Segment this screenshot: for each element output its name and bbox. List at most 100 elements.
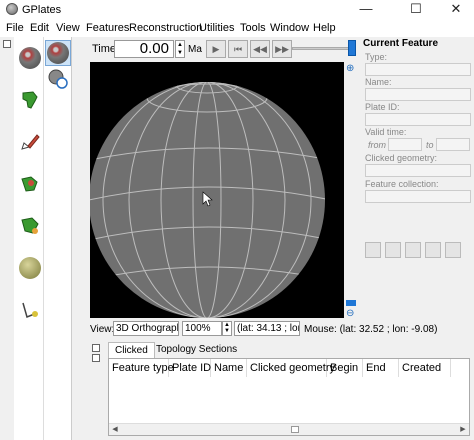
to-field [436,138,470,151]
topology-button[interactable] [425,242,441,258]
globe-view [89,82,325,318]
zoom-query-tool[interactable] [45,66,71,92]
name-field [365,88,471,101]
zoom-slider-handle[interactable] [346,300,356,306]
measure-icon [22,302,38,319]
time-spinner[interactable]: ▲ ▼ [175,40,185,58]
step-forward-button[interactable]: ▶▶ [272,40,292,58]
menu-utilities[interactable]: Utilities [199,22,234,34]
play-button[interactable]: ▶ [206,40,226,58]
globe-canvas[interactable] [89,62,344,318]
type-label: Type: [365,52,388,62]
tool-palette-primary [14,37,44,440]
menu-view[interactable]: View [56,22,80,34]
clicked-features-table: Feature type Plate ID Name Clicked geome… [108,358,470,436]
current-feature-panel: Current Feature Type: Name: Plate ID: Va… [360,37,474,320]
clicked-geometry-label: Clicked geometry: [365,153,438,163]
menu-reconstruction[interactable]: Reconstruction [129,22,202,34]
move-vertex-tool[interactable] [17,171,43,197]
feature-collection-label: Feature collection: [365,179,439,189]
from-label: from [368,140,386,150]
reset-button[interactable]: ⏮ [228,40,248,58]
view-label: View: [90,324,115,335]
projection-select[interactable]: 3D Orthographi [113,321,179,336]
name-label: Name: [365,77,392,87]
type-field [365,63,471,76]
zoom-slider[interactable]: ⊕ ⊖ [344,62,358,319]
move-vertex-icon [21,176,38,192]
time-slider-handle[interactable] [348,40,356,56]
valid-time-label: Valid time: [365,127,407,137]
mouse-position: Mouse: (lat: 32.52 ; lon: -9.08) [304,324,438,335]
column-header-feature-type[interactable]: Feature type [109,359,174,377]
tool-palette-secondary [44,37,72,440]
clicked-geometry-field [365,164,471,177]
delete-feature-button[interactable] [445,242,461,258]
dock-close-icon[interactable] [92,354,100,362]
globe-query-icon [47,42,69,64]
menu-help[interactable]: Help [313,22,336,34]
column-header-end[interactable]: End [363,359,399,377]
time-toolbar: Time: 0.00 ▲ ▼ Ma ▶ ⏮ ◀◀ ▶▶ [88,38,360,60]
scrollbar-thumb[interactable] [291,426,299,433]
menu-bar: File Edit View Features Reconstruction U… [0,20,474,37]
scroll-left-icon[interactable]: ◀ [110,425,120,435]
plate-id-label: Plate ID: [365,102,400,112]
measure-tool[interactable] [17,297,43,323]
zoom-out-icon[interactable]: ⊖ [346,309,356,319]
menu-window[interactable]: Window [270,22,309,34]
window-title: GPlates [22,4,62,16]
zoom-query-icon [48,69,68,89]
insert-vertex-icon [21,217,39,234]
digitise-tool[interactable] [17,87,43,113]
zoom-spinner[interactable]: ▲ ▼ [222,321,232,336]
toolbar-gutter [0,37,14,440]
camera-latlon-field: (lat: 34.13 ; lon: -1 [234,321,300,336]
column-header-begin[interactable]: Begin [327,359,363,377]
plate-id-field [365,113,471,126]
column-header-plate-id[interactable]: Plate ID [169,359,211,377]
projection-value: 3D Orthographi [116,323,179,334]
tab-topology-sections[interactable]: Topology Sections [150,342,243,358]
drag-globe-tool[interactable] [17,45,43,71]
small-circle-tool[interactable] [17,255,43,281]
menu-features[interactable]: Features [86,22,129,34]
time-unit: Ma [188,44,202,55]
query-feature-tool[interactable] [45,40,71,66]
dock-float-icon[interactable] [92,344,100,352]
from-field [388,138,422,151]
column-header-created[interactable]: Created [399,359,451,377]
feature-table-panel: Clicked Topology Sections Feature type P… [88,340,474,440]
insert-vertex-tool[interactable] [17,213,43,239]
column-header-clicked-geometry[interactable]: Clicked geometry [247,359,335,377]
menu-file[interactable]: File [6,22,24,34]
time-slider[interactable] [292,47,352,50]
current-feature-title: Current Feature [363,38,439,49]
edit-pencil-icon [21,134,40,150]
scroll-right-icon[interactable]: ▶ [458,425,468,435]
gplates-globe-icon [6,3,18,15]
small-circle-icon [19,257,41,279]
menu-edit[interactable]: Edit [30,22,49,34]
query-feature-button[interactable] [365,242,381,258]
menu-tools[interactable]: Tools [240,22,266,34]
dock-float-icon[interactable] [3,40,11,48]
edit-feature-button[interactable] [385,242,401,258]
title-bar: GPlates — ☐ ✕ [0,0,474,20]
tab-clicked[interactable]: Clicked [108,342,155,358]
view-status-bar: View: 3D Orthographi 100% ▲ ▼ (lat: 34.13… [88,321,474,337]
edit-tool[interactable] [17,129,43,155]
time-input[interactable]: 0.00 [114,40,174,58]
zoom-input[interactable]: 100% [182,321,222,336]
digitise-africa-icon [22,91,38,109]
zoom-in-icon[interactable]: ⊕ [346,64,356,74]
column-header-name[interactable]: Name [211,359,247,377]
feature-collection-field [365,190,471,203]
step-back-button[interactable]: ◀◀ [250,40,270,58]
close-button[interactable]: ✕ [438,0,474,20]
maximize-button[interactable]: ☐ [398,0,434,20]
clone-feature-button[interactable] [405,242,421,258]
globe-drag-icon [19,47,41,69]
table-horizontal-scrollbar[interactable]: ◀ ▶ [109,423,469,435]
minimize-button[interactable]: — [348,0,384,20]
